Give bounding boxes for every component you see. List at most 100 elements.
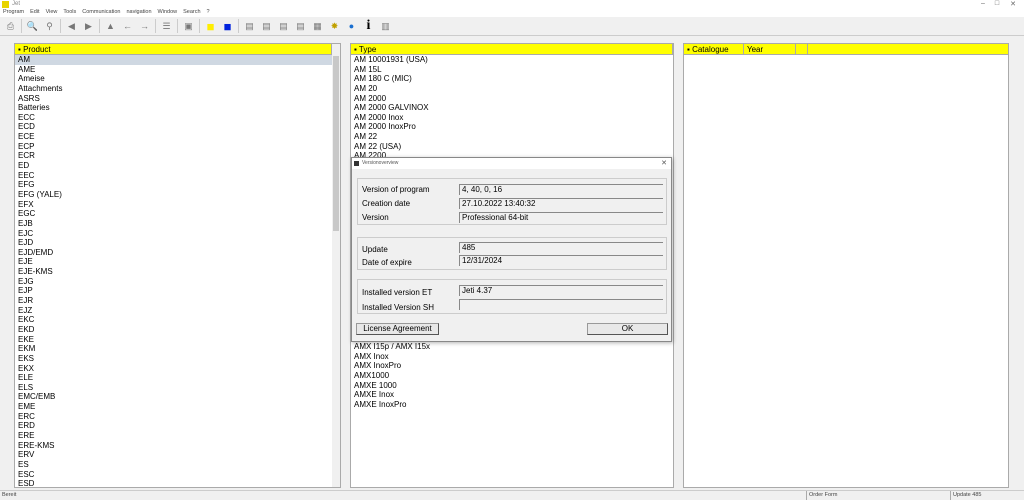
list-item[interactable]: EKX — [15, 364, 340, 374]
list-item[interactable]: Attachments — [15, 84, 340, 94]
arrow-left-icon[interactable]: ← — [121, 20, 134, 33]
list-item[interactable]: ERD — [15, 421, 340, 431]
product-scrollbar[interactable] — [332, 44, 340, 487]
list-item[interactable]: ESD — [15, 479, 340, 487]
list-item[interactable]: ECR — [15, 151, 340, 161]
list-item[interactable]: EJR — [15, 296, 340, 306]
list-item[interactable]: ERC — [15, 412, 340, 422]
maximize-button[interactable]: □ — [990, 0, 1004, 7]
list-item[interactable]: EMC/EMB — [15, 392, 340, 402]
blue-square-icon[interactable]: ■ — [221, 19, 234, 34]
list-item[interactable]: AM 2000 GALVINOX — [351, 103, 673, 113]
list-item[interactable]: ECE — [15, 132, 340, 142]
list-item[interactable]: AMX1000 — [351, 371, 673, 381]
column-empty[interactable] — [796, 44, 808, 54]
list-item[interactable]: EGC — [15, 209, 340, 219]
up-icon[interactable]: ▲ — [104, 20, 117, 33]
product-header[interactable]: ▪ Product — [15, 44, 332, 55]
menu-item[interactable]: navigation — [126, 9, 151, 17]
tree-icon[interactable]: ☰ — [160, 20, 173, 33]
list-item[interactable]: AM 2000 InoxPro — [351, 122, 673, 132]
list-item[interactable]: ERE-KMS — [15, 441, 340, 451]
dialog-close-icon[interactable]: ✕ — [661, 158, 667, 169]
type-header[interactable]: ▪ Type — [351, 44, 673, 55]
list-item[interactable]: EJZ — [15, 306, 340, 316]
list-item[interactable]: EJD/EMD — [15, 248, 340, 258]
list-item[interactable]: Batteries — [15, 103, 340, 113]
yellow-square-icon[interactable]: ■ — [204, 19, 217, 34]
list-item[interactable]: AME — [15, 65, 340, 75]
list-item[interactable]: EFG (YALE) — [15, 190, 340, 200]
list-item[interactable]: AM 22 (USA) — [351, 142, 673, 152]
list-item[interactable]: AMXE Inox — [351, 390, 673, 400]
list-item[interactable]: ECD — [15, 122, 340, 132]
sparkle-icon[interactable]: ✸ — [328, 20, 341, 33]
list-item[interactable]: EKC — [15, 315, 340, 325]
list-item[interactable]: EJB — [15, 219, 340, 229]
zoom-in-icon[interactable]: 🔍 — [26, 20, 39, 33]
list-item[interactable]: EJC — [15, 229, 340, 239]
menu-item[interactable]: View — [46, 9, 58, 17]
list-item[interactable]: AMX InoxPro — [351, 361, 673, 371]
list-item[interactable]: AMXE InoxPro — [351, 400, 673, 410]
list-item[interactable]: AM 2000 — [351, 94, 673, 104]
list-item[interactable]: ES — [15, 460, 340, 470]
print-icon[interactable]: ⎙ — [4, 20, 17, 33]
menu-item[interactable]: Communication — [82, 9, 120, 17]
globe-icon[interactable]: ● — [345, 20, 358, 33]
list-item[interactable]: EEC — [15, 171, 340, 181]
column-catalogue[interactable]: ▪ Catalogue — [684, 44, 744, 54]
save-icon[interactable]: ▦ — [311, 20, 324, 33]
search-icon[interactable]: ⚲ — [43, 20, 56, 33]
list-item[interactable]: ELS — [15, 383, 340, 393]
list-item[interactable]: AM 22 — [351, 132, 673, 142]
back-triangle-icon[interactable]: ◀ — [65, 20, 78, 33]
list-item[interactable]: EFX — [15, 200, 340, 210]
list-item[interactable]: EJE-KMS — [15, 267, 340, 277]
et-icon[interactable]: ▤ — [260, 20, 273, 33]
list-item[interactable]: AM 15L — [351, 65, 673, 75]
list-item[interactable]: AMX I15p / AMX I15x — [351, 342, 673, 352]
list-item[interactable]: AMX Inox — [351, 352, 673, 362]
scroll-thumb[interactable] — [333, 56, 339, 231]
menu-item[interactable]: ? — [207, 9, 210, 17]
menu-item[interactable]: Tools — [63, 9, 76, 17]
list-item[interactable]: ERE — [15, 431, 340, 441]
ersatzteil-icon[interactable]: ▤ — [243, 20, 256, 33]
list-item[interactable]: EFG — [15, 180, 340, 190]
list-item[interactable]: AM — [15, 55, 340, 65]
arrow-right-icon[interactable]: → — [138, 20, 151, 33]
list-item[interactable]: AMXE 1000 — [351, 381, 673, 391]
menu-item[interactable]: Program — [3, 9, 24, 17]
list-item[interactable]: EKD — [15, 325, 340, 335]
list-item[interactable]: AM 180 C (MIC) — [351, 74, 673, 84]
list-item[interactable]: ECP — [15, 142, 340, 152]
forward-triangle-icon[interactable]: ▶ — [82, 20, 95, 33]
list-item[interactable]: ECC — [15, 113, 340, 123]
list-item[interactable]: ELE — [15, 373, 340, 383]
menu-item[interactable]: Window — [158, 9, 178, 17]
ok-button[interactable]: OK — [587, 323, 668, 335]
list-item[interactable]: Ameise — [15, 74, 340, 84]
close-button[interactable]: ✕ — [1006, 0, 1020, 8]
list-item[interactable]: EKE — [15, 335, 340, 345]
license-agreement-button[interactable]: License Agreement — [356, 323, 439, 335]
menu-item[interactable]: Search — [183, 9, 200, 17]
list-item[interactable]: ASRS — [15, 94, 340, 104]
grid-icon[interactable]: ▥ — [379, 20, 392, 33]
list-item[interactable]: AM 2000 Inox — [351, 113, 673, 123]
menu-item[interactable]: Edit — [30, 9, 39, 17]
column-year[interactable]: Year — [744, 44, 796, 54]
123-icon[interactable]: ▤ — [294, 20, 307, 33]
list-item[interactable]: ESC — [15, 470, 340, 480]
abc-icon[interactable]: ▤ — [277, 20, 290, 33]
clipboard-icon[interactable]: ▣ — [182, 20, 195, 33]
list-item[interactable]: EKS — [15, 354, 340, 364]
list-item[interactable]: EJP — [15, 286, 340, 296]
list-item[interactable]: EME — [15, 402, 340, 412]
minimize-button[interactable]: – — [976, 0, 990, 7]
list-item[interactable]: AM 10001931 (USA) — [351, 55, 673, 65]
list-item[interactable]: EJD — [15, 238, 340, 248]
list-item[interactable]: AM 20 — [351, 84, 673, 94]
list-item[interactable]: EKM — [15, 344, 340, 354]
